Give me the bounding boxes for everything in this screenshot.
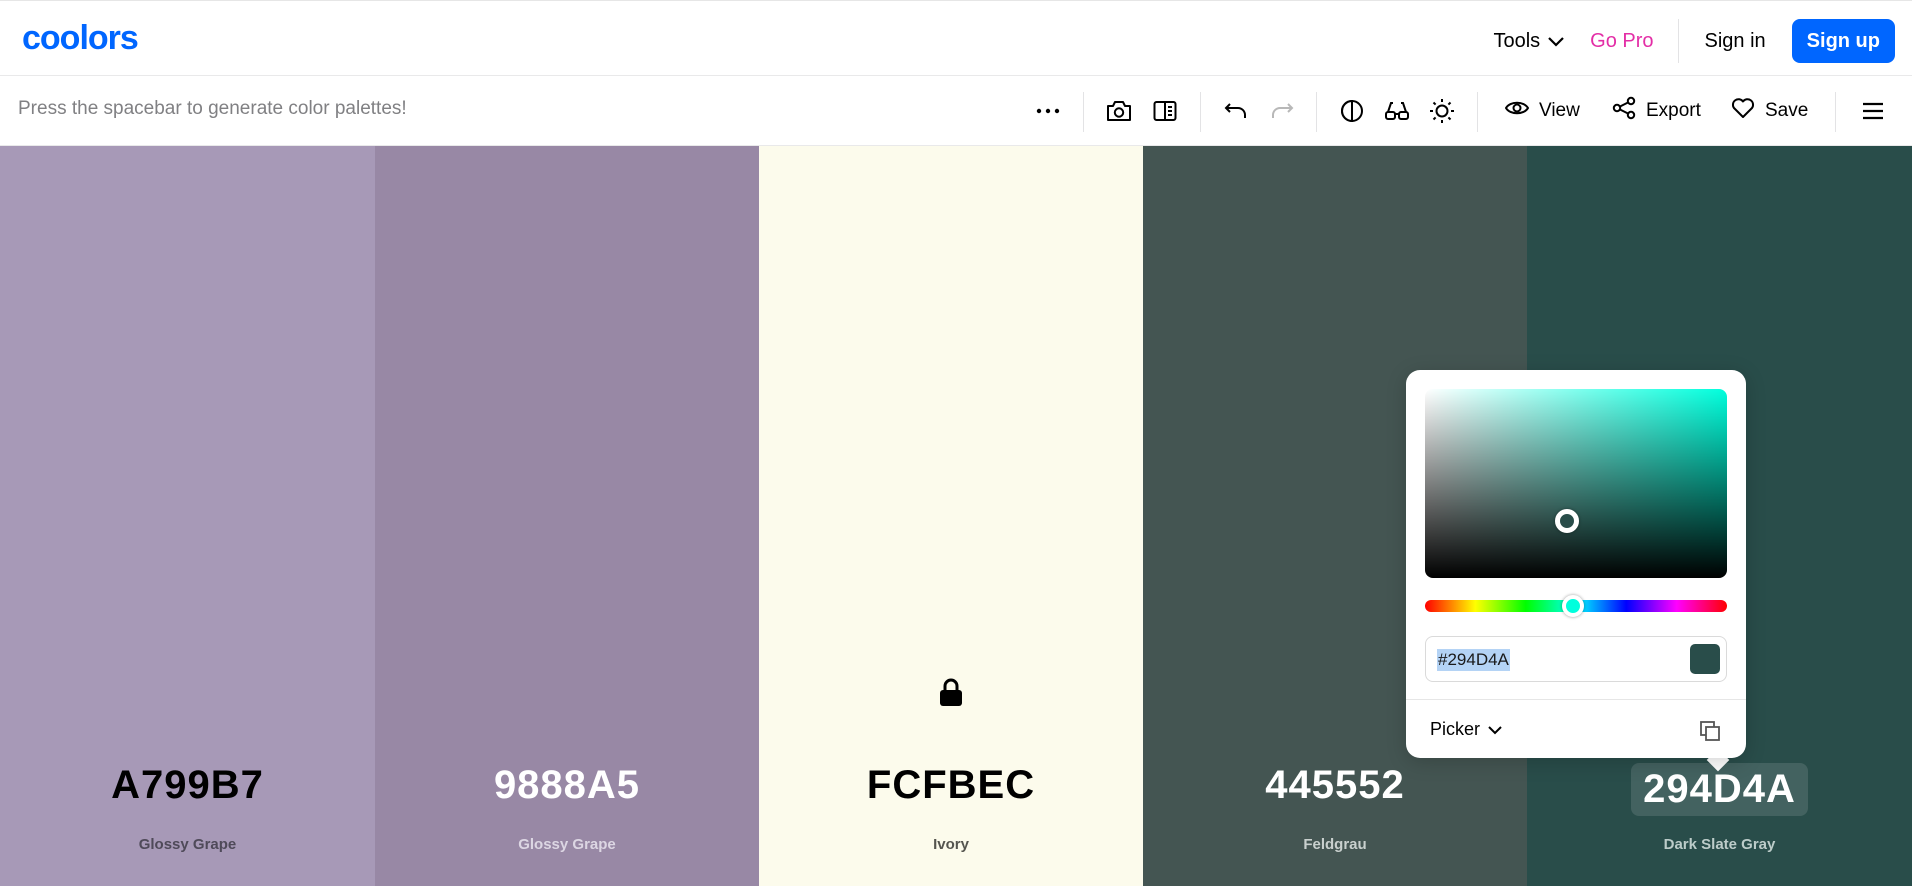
color-name[interactable]: Ivory [759, 836, 1143, 853]
hex-code-wrap: 294D4A [1527, 763, 1912, 816]
compare-icon[interactable] [1150, 96, 1180, 126]
color-picker-popover: #294D4A Picker [1406, 370, 1746, 758]
glasses-icon[interactable] [1382, 96, 1412, 126]
go-pro-link[interactable]: Go Pro [1590, 30, 1653, 53]
picker-mode-label: Picker [1430, 719, 1481, 739]
color-name[interactable]: Glossy Grape [0, 836, 375, 853]
toolbar-divider [1835, 92, 1836, 132]
tools-menu[interactable]: Tools [1493, 30, 1564, 53]
chevron-down-icon [1548, 30, 1564, 53]
color-preview-swatch [1690, 644, 1720, 674]
saturation-brightness-area[interactable] [1425, 389, 1727, 578]
sign-up-button[interactable]: Sign up [1791, 19, 1895, 63]
color-column[interactable]: 9888A5 Glossy Grape [375, 146, 759, 886]
picker-mode-dropdown[interactable]: Picker [1430, 719, 1502, 740]
save-button[interactable]: Save [1731, 96, 1808, 126]
menu-icon[interactable] [1858, 96, 1888, 126]
hex-input-value[interactable]: #294D4A [1437, 649, 1510, 671]
redo-icon[interactable] [1267, 96, 1297, 126]
hex-code[interactable]: 9888A5 [375, 763, 759, 808]
undo-icon[interactable] [1221, 96, 1251, 126]
toolbar-divider [1083, 92, 1084, 132]
view-label: View [1539, 100, 1580, 121]
export-button[interactable]: Export [1612, 96, 1701, 126]
share-icon [1612, 96, 1636, 126]
sign-in-link[interactable]: Sign in [1705, 30, 1766, 53]
logo-text: coolors [22, 21, 138, 55]
view-button[interactable]: View [1504, 96, 1580, 126]
top-nav: coolors Tools Go Pro Sign in Sign up [0, 0, 1912, 76]
color-name[interactable]: Dark Slate Gray [1527, 836, 1912, 853]
hue-slider[interactable] [1425, 595, 1727, 617]
saturation-handle[interactable] [1554, 509, 1579, 534]
toolbar-divider [1477, 92, 1478, 132]
hex-code[interactable]: A799B7 [0, 763, 375, 808]
toolbar-divider [1200, 92, 1201, 132]
hue-handle[interactable] [1561, 595, 1584, 617]
heart-icon [1731, 97, 1755, 125]
color-column[interactable]: FCFBEC Ivory [759, 146, 1143, 886]
hex-input[interactable]: #294D4A [1425, 636, 1727, 682]
hex-code[interactable]: 445552 [1143, 763, 1527, 808]
color-column[interactable]: A799B7 Glossy Grape [0, 146, 375, 886]
lock-icon[interactable] [939, 678, 963, 713]
copy-icon[interactable] [1698, 719, 1722, 743]
toolbar: Press the spacebar to generate color pal… [0, 76, 1912, 146]
color-name[interactable]: Glossy Grape [375, 836, 759, 853]
save-label: Save [1765, 100, 1809, 121]
color-name[interactable]: Feldgrau [1143, 836, 1527, 853]
chevron-down-icon [1488, 719, 1502, 740]
coolors-logo[interactable]: coolors [22, 19, 162, 60]
more-icon[interactable] [1033, 96, 1063, 126]
toolbar-divider [1316, 92, 1317, 132]
hex-code[interactable]: 294D4A [1631, 763, 1808, 816]
eye-icon [1504, 99, 1530, 123]
spacebar-hint: Press the spacebar to generate color pal… [18, 98, 407, 119]
export-label: Export [1646, 100, 1701, 121]
tools-label: Tools [1493, 29, 1541, 52]
hex-code[interactable]: FCFBEC [759, 763, 1143, 808]
nav-divider [1677, 19, 1679, 63]
brightness-icon[interactable] [1427, 96, 1457, 126]
camera-icon[interactable] [1104, 96, 1134, 126]
picker-divider [1406, 699, 1746, 700]
contrast-icon[interactable] [1337, 96, 1367, 126]
